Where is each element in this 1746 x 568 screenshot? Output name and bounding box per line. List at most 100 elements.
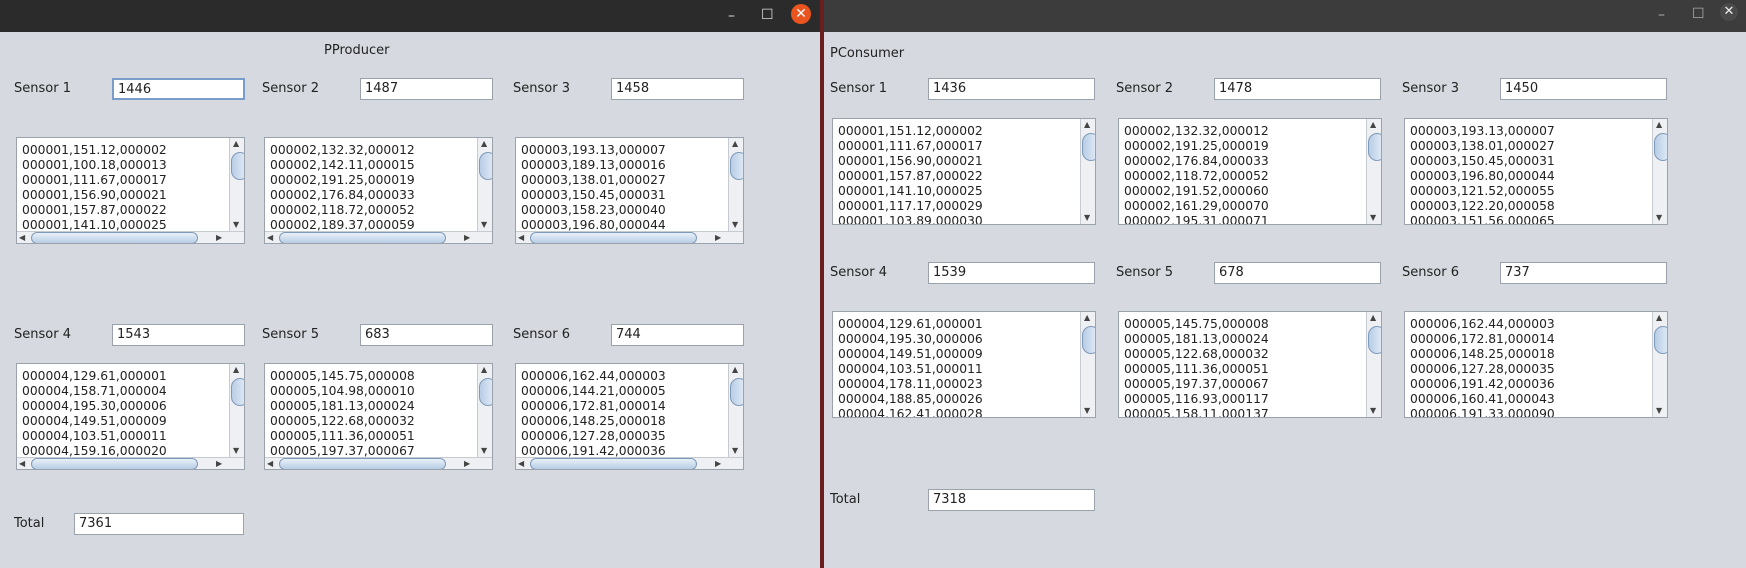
scroll-up-icon[interactable]: ▲ — [233, 365, 239, 375]
scroll-right-icon[interactable]: ▶ — [715, 459, 721, 469]
scroll-thumb[interactable] — [479, 152, 492, 180]
scroll-down-icon[interactable]: ▼ — [1084, 406, 1090, 416]
scroll-thumb[interactable] — [1654, 133, 1667, 161]
scroll-thumb[interactable] — [730, 378, 743, 406]
vertical-scrollbar[interactable]: ▲ ▼ — [1080, 312, 1095, 417]
horizontal-scrollbar[interactable]: ◀ ▶ — [265, 231, 492, 243]
scroll-down-icon[interactable]: ▼ — [233, 446, 239, 456]
sensor-2-log[interactable]: 000002,132.32,000012 000002,191.25,000019… — [1118, 118, 1382, 225]
scroll-left-icon[interactable]: ◀ — [19, 233, 25, 243]
sensor-3-field[interactable]: 1458 — [611, 78, 744, 100]
sensor-3-log[interactable]: 000003,193.13,000007 000003,189.13,000016… — [515, 137, 744, 244]
scroll-up-icon[interactable]: ▲ — [1084, 120, 1090, 130]
scroll-right-icon[interactable]: ▶ — [464, 233, 470, 243]
sensor-2-field[interactable]: 1478 — [1214, 78, 1381, 100]
scroll-down-icon[interactable]: ▼ — [481, 446, 487, 456]
scroll-up-icon[interactable]: ▲ — [1656, 120, 1662, 130]
scroll-thumb[interactable] — [31, 458, 198, 469]
scroll-thumb[interactable] — [730, 152, 743, 180]
close-icon[interactable]: ✕ — [791, 4, 811, 24]
scroll-down-icon[interactable]: ▼ — [732, 220, 738, 230]
vertical-scrollbar[interactable]: ▲ ▼ — [728, 364, 743, 457]
scroll-thumb[interactable] — [530, 458, 697, 469]
sensor-5-log[interactable]: 000005,145.75,000008 000005,104.98,000010… — [264, 363, 493, 470]
horizontal-scrollbar[interactable]: ◀ ▶ — [265, 457, 492, 469]
scroll-up-icon[interactable]: ▲ — [1084, 313, 1090, 323]
scroll-up-icon[interactable]: ▲ — [1370, 120, 1376, 130]
scroll-down-icon[interactable]: ▼ — [233, 220, 239, 230]
horizontal-scrollbar[interactable]: ◀ ▶ — [516, 231, 743, 243]
sensor-6-field[interactable]: 744 — [611, 324, 744, 346]
sensor-5-field[interactable]: 678 — [1214, 262, 1381, 284]
scroll-thumb[interactable] — [231, 152, 244, 180]
vertical-scrollbar[interactable]: ▲ ▼ — [229, 364, 244, 457]
scroll-left-icon[interactable]: ◀ — [267, 459, 273, 469]
total-field[interactable]: 7318 — [928, 489, 1095, 511]
scroll-down-icon[interactable]: ▼ — [1656, 406, 1662, 416]
scroll-thumb[interactable] — [31, 232, 198, 243]
horizontal-scrollbar[interactable]: ◀ ▶ — [516, 457, 743, 469]
scroll-down-icon[interactable]: ▼ — [1656, 213, 1662, 223]
sensor-6-log[interactable]: 000006,162.44,000003 000006,144.21,000005… — [515, 363, 744, 470]
vertical-scrollbar[interactable]: ▲ ▼ — [477, 364, 492, 457]
scroll-right-icon[interactable]: ▶ — [464, 459, 470, 469]
maximize-icon[interactable]: ☐ — [761, 8, 774, 22]
scroll-thumb[interactable] — [479, 378, 492, 406]
sensor-2-field[interactable]: 1487 — [360, 78, 493, 100]
scroll-down-icon[interactable]: ▼ — [1370, 213, 1376, 223]
producer-titlebar[interactable]: – ☐ ✕ — [0, 0, 820, 32]
sensor-5-field[interactable]: 683 — [360, 324, 493, 346]
scroll-up-icon[interactable]: ▲ — [1370, 313, 1376, 323]
scroll-left-icon[interactable]: ◀ — [518, 233, 524, 243]
sensor-6-log[interactable]: 000006,162.44,000003 000006,172.81,000014… — [1404, 311, 1668, 418]
close-icon[interactable]: ✕ — [1720, 3, 1738, 21]
scroll-thumb[interactable] — [279, 232, 446, 243]
sensor-6-field[interactable]: 737 — [1500, 262, 1667, 284]
sensor-2-log[interactable]: 000002,132.32,000012 000002,142.11,000015… — [264, 137, 493, 244]
scroll-down-icon[interactable]: ▼ — [1370, 406, 1376, 416]
scroll-thumb[interactable] — [1082, 326, 1095, 354]
sensor-1-log[interactable]: 000001,151.12,000002 000001,100.18,000013… — [16, 137, 245, 244]
horizontal-scrollbar[interactable]: ◀ ▶ — [17, 231, 244, 243]
scroll-thumb[interactable] — [231, 378, 244, 406]
scroll-left-icon[interactable]: ◀ — [267, 233, 273, 243]
vertical-scrollbar[interactable]: ▲ ▼ — [1652, 312, 1667, 417]
scroll-thumb[interactable] — [1368, 133, 1381, 161]
scroll-thumb[interactable] — [1082, 133, 1095, 161]
sensor-1-log[interactable]: 000001,151.12,000002 000001,111.67,000017… — [832, 118, 1096, 225]
sensor-3-field[interactable]: 1450 — [1500, 78, 1667, 100]
maximize-icon[interactable]: ☐ — [1692, 7, 1705, 21]
sensor-1-field[interactable]: 1436 — [928, 78, 1095, 100]
scroll-up-icon[interactable]: ▲ — [732, 365, 738, 375]
vertical-scrollbar[interactable]: ▲ ▼ — [1080, 119, 1095, 224]
vertical-scrollbar[interactable]: ▲ ▼ — [1652, 119, 1667, 224]
sensor-5-log[interactable]: 000005,145.75,000008 000005,181.13,000024… — [1118, 311, 1382, 418]
scroll-right-icon[interactable]: ▶ — [216, 459, 222, 469]
scroll-right-icon[interactable]: ▶ — [216, 233, 222, 243]
vertical-scrollbar[interactable]: ▲ ▼ — [229, 138, 244, 231]
minimize-icon[interactable]: – — [728, 9, 735, 23]
scroll-left-icon[interactable]: ◀ — [19, 459, 25, 469]
scroll-up-icon[interactable]: ▲ — [481, 139, 487, 149]
sensor-4-log[interactable]: 000004,129.61,000001 000004,158.71,000004… — [16, 363, 245, 470]
scroll-right-icon[interactable]: ▶ — [715, 233, 721, 243]
minimize-icon[interactable]: – — [1658, 8, 1665, 22]
scroll-up-icon[interactable]: ▲ — [481, 365, 487, 375]
scroll-down-icon[interactable]: ▼ — [1084, 213, 1090, 223]
total-field[interactable]: 7361 — [74, 513, 244, 535]
scroll-down-icon[interactable]: ▼ — [481, 220, 487, 230]
horizontal-scrollbar[interactable]: ◀ ▶ — [17, 457, 244, 469]
scroll-thumb[interactable] — [1368, 326, 1381, 354]
vertical-scrollbar[interactable]: ▲ ▼ — [1366, 119, 1381, 224]
vertical-scrollbar[interactable]: ▲ ▼ — [477, 138, 492, 231]
scroll-up-icon[interactable]: ▲ — [1656, 313, 1662, 323]
scroll-up-icon[interactable]: ▲ — [233, 139, 239, 149]
sensor-3-log[interactable]: 000003,193.13,000007 000003,138.01,000027… — [1404, 118, 1668, 225]
sensor-4-log[interactable]: 000004,129.61,000001 000004,195.30,000006… — [832, 311, 1096, 418]
scroll-thumb[interactable] — [530, 232, 697, 243]
scroll-down-icon[interactable]: ▼ — [732, 446, 738, 456]
vertical-scrollbar[interactable]: ▲ ▼ — [1366, 312, 1381, 417]
consumer-titlebar[interactable]: – ☐ ✕ — [824, 0, 1746, 32]
sensor-4-field[interactable]: 1539 — [928, 262, 1095, 284]
scroll-up-icon[interactable]: ▲ — [732, 139, 738, 149]
